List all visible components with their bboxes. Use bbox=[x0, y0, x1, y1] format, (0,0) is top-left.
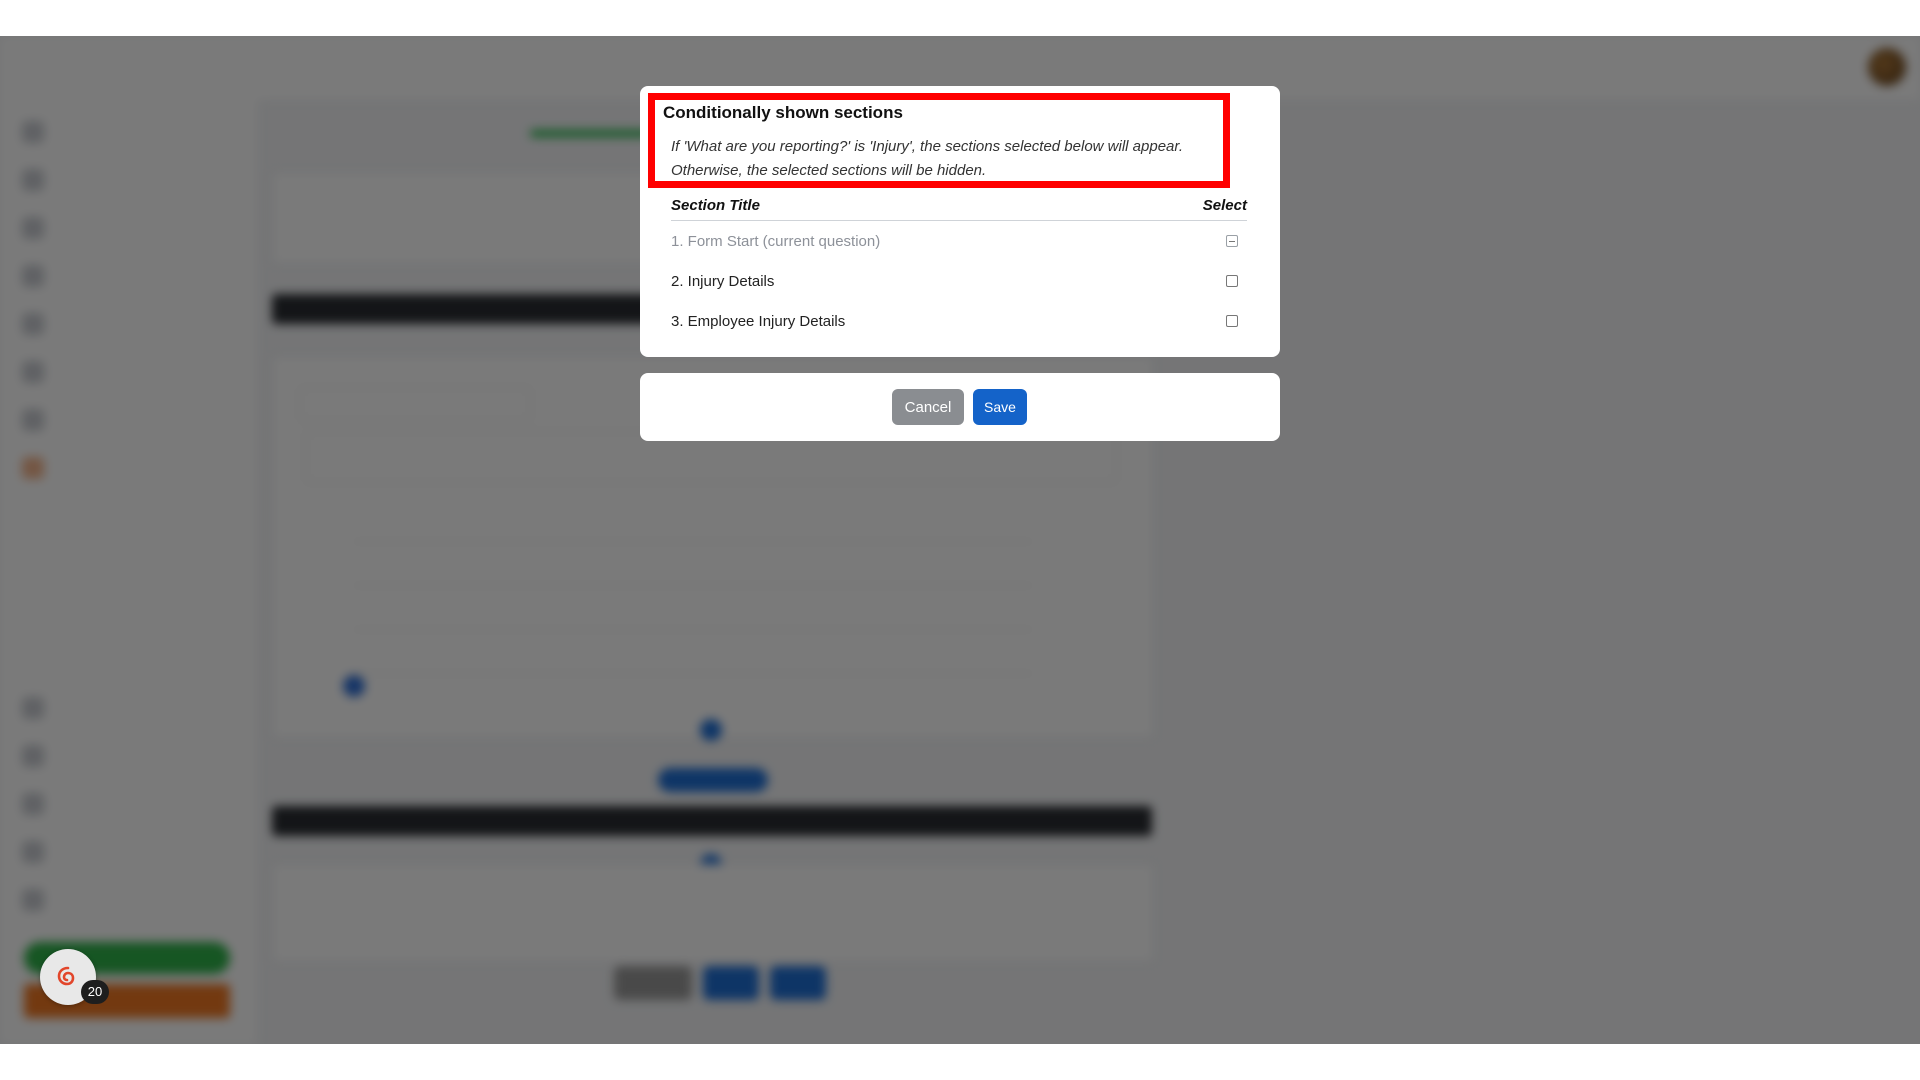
section-label: 3. Employee Injury Details bbox=[671, 312, 846, 330]
table-row: 3. Employee Injury Details bbox=[671, 301, 1247, 341]
dialog-footer: Cancel Save bbox=[640, 373, 1280, 441]
section-label: 2. Injury Details bbox=[671, 272, 775, 290]
column-header-select: Select bbox=[1202, 197, 1247, 214]
checkbox-indeterminate-icon bbox=[1226, 235, 1238, 247]
swirl-logo-icon bbox=[57, 966, 75, 986]
dialog-description: If 'What are you reporting?' is 'Injury'… bbox=[671, 138, 1183, 179]
table-row: 1. Form Start (current question) bbox=[671, 221, 1247, 261]
dialog-title: Conditionally shown sections bbox=[663, 103, 903, 122]
sections-table: Section Title Select 1. Form Start (curr… bbox=[671, 195, 1247, 341]
column-header-section-title: Section Title bbox=[671, 197, 760, 214]
table-row: 2. Injury Details bbox=[671, 261, 1247, 301]
conditional-sections-dialog: Conditionally shown sections If 'What ar… bbox=[640, 86, 1280, 357]
save-button[interactable]: Save bbox=[973, 389, 1027, 425]
cancel-button[interactable]: Cancel bbox=[892, 389, 964, 425]
table-header: Section Title Select bbox=[671, 195, 1247, 221]
notification-count-badge: 20 bbox=[81, 980, 109, 1004]
checkbox-employee-injury-details[interactable] bbox=[1226, 315, 1238, 327]
section-label: 1. Form Start (current question) bbox=[671, 232, 881, 250]
checkbox-injury-details[interactable] bbox=[1226, 275, 1238, 287]
